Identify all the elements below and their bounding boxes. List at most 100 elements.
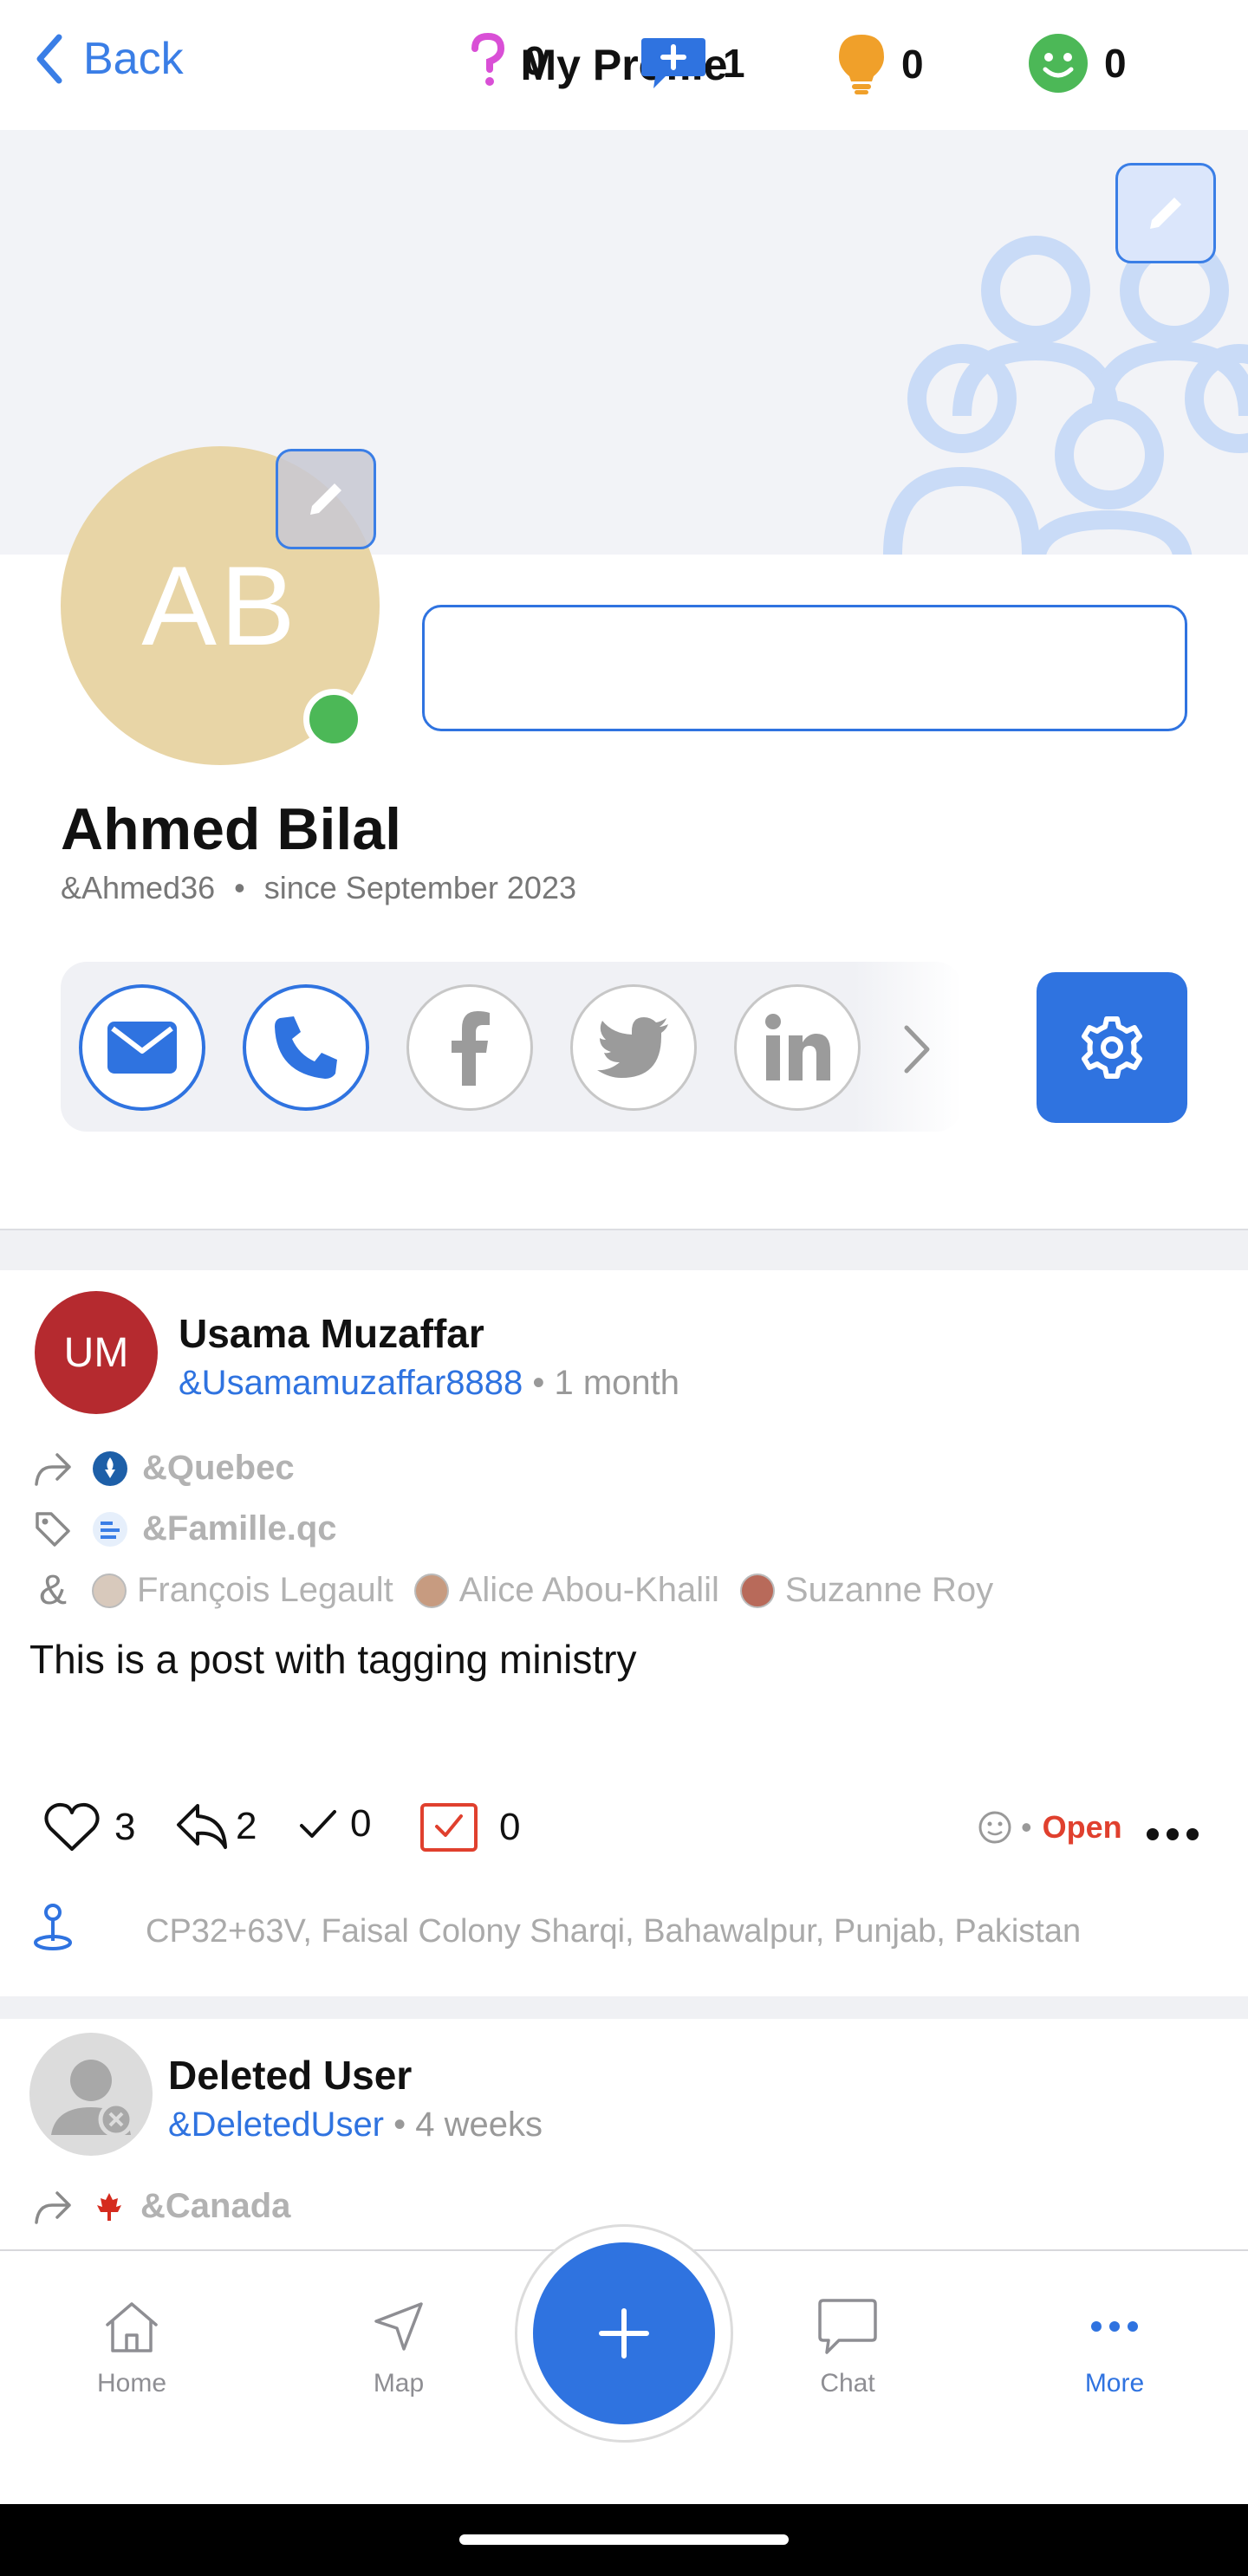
post-status[interactable]: • Open xyxy=(978,1809,1122,1846)
post-time: • 1 month xyxy=(532,1364,680,1402)
tab-home[interactable]: Home xyxy=(45,2296,218,2398)
post-meta: &DeletedUser • 4 weeks xyxy=(168,2106,543,2145)
post-divider xyxy=(0,1996,1248,2019)
profile-handle-line: &Ahmed36 • since September 2023 xyxy=(61,870,576,906)
navigation-arrow-icon xyxy=(374,2302,423,2351)
email-icon xyxy=(107,1022,177,1074)
stat-ideas[interactable]: 0 xyxy=(837,33,924,95)
home-icon xyxy=(106,2302,158,2352)
tab-more[interactable]: More xyxy=(1028,2296,1201,2398)
emoji-neutral-icon xyxy=(978,1811,1011,1844)
pencil-icon xyxy=(310,483,341,515)
mentioned-person[interactable]: Suzanne Roy xyxy=(739,1571,994,1610)
edit-avatar-button[interactable] xyxy=(276,449,376,549)
share-icon xyxy=(35,1452,71,1486)
share-tag-row[interactable]: &Quebec xyxy=(31,1449,295,1488)
plus-icon xyxy=(599,2308,649,2359)
mentioned-person[interactable]: François Legault xyxy=(92,1571,393,1610)
online-status-dot xyxy=(303,689,364,749)
stat-count: 1 xyxy=(723,41,745,86)
mentioned-person-name: François Legault xyxy=(137,1571,393,1609)
share-tag: &Quebec xyxy=(142,1449,295,1487)
reply-button[interactable]: 2 xyxy=(175,1802,257,1851)
heart-icon xyxy=(44,1802,100,1851)
lightbulb-icon xyxy=(839,35,884,94)
tab-label: Home xyxy=(96,2369,167,2398)
famille-logo-icon xyxy=(93,1511,127,1547)
phone-button[interactable] xyxy=(243,984,369,1111)
ampersand-icon: & xyxy=(38,1567,67,1613)
post-body: This is a post with tagging ministry xyxy=(29,1637,637,1682)
check-button[interactable]: 0 xyxy=(298,1802,371,1846)
post-author-name[interactable]: Usama Muzaffar xyxy=(179,1310,484,1357)
profile-handle: &Ahmed36 xyxy=(61,870,216,905)
linkedin-button[interactable] xyxy=(734,984,861,1111)
person-avatar xyxy=(92,1573,127,1608)
status-label: Open xyxy=(1042,1809,1122,1845)
user-placeholder-icon xyxy=(51,2060,134,2138)
linkedin-icon xyxy=(765,1014,830,1080)
twitter-button[interactable] xyxy=(570,984,697,1111)
settings-button[interactable] xyxy=(1037,972,1187,1123)
post-author-name[interactable]: Deleted User xyxy=(168,2052,412,2099)
mentioned-person-name: Alice Abou-Khalil xyxy=(458,1571,719,1609)
like-button[interactable]: 3 xyxy=(43,1802,135,1853)
profile-name: Ahmed Bilal xyxy=(61,796,401,862)
category-tag: &Famille.qc xyxy=(142,1509,337,1548)
tab-chat[interactable]: Chat xyxy=(761,2296,934,2398)
more-options-button[interactable] xyxy=(1146,1811,1199,1841)
task-count: 0 xyxy=(499,1806,521,1848)
post-author-handle[interactable]: &Usamamuzaffar8888 xyxy=(179,1364,523,1402)
mentioned-person[interactable]: Alice Abou-Khalil xyxy=(413,1571,719,1610)
share-tag: &Canada xyxy=(140,2187,291,2225)
stat-count: 0 xyxy=(901,42,924,87)
post-author-handle[interactable]: &DeletedUser xyxy=(168,2106,384,2144)
person-avatar xyxy=(413,1573,449,1608)
tab-label: Chat xyxy=(820,2369,875,2398)
post-author-avatar[interactable]: UM xyxy=(35,1291,158,1414)
chevron-right-icon[interactable] xyxy=(901,1022,933,1076)
ellipsis-icon xyxy=(1147,1828,1199,1840)
task-button[interactable]: 0 xyxy=(419,1802,520,1853)
add-post-button[interactable] xyxy=(533,2242,715,2424)
home-indicator[interactable] xyxy=(459,2534,789,2545)
separator-dot: • xyxy=(234,870,245,905)
stat-comments[interactable]: 1 xyxy=(640,33,745,94)
profile-since: since September 2023 xyxy=(263,870,576,905)
email-button[interactable] xyxy=(79,984,205,1111)
twitter-icon xyxy=(597,1017,668,1078)
edit-banner-button[interactable] xyxy=(1115,163,1216,263)
stat-questions[interactable]: 0 xyxy=(468,33,546,88)
question-icon xyxy=(471,33,505,86)
facebook-button[interactable] xyxy=(406,984,533,1111)
ellipsis-icon xyxy=(1091,2321,1138,2332)
quebec-flag-icon xyxy=(93,1450,127,1486)
check-icon xyxy=(300,1810,336,1838)
facebook-icon xyxy=(452,1011,490,1086)
stat-count: 0 xyxy=(523,38,546,83)
person-avatar xyxy=(739,1573,775,1608)
tab-label: Map xyxy=(373,2369,425,2398)
like-count: 3 xyxy=(114,1806,136,1848)
smiley-icon xyxy=(1029,34,1088,93)
share-tag-row[interactable]: &Canada xyxy=(31,2187,290,2226)
deleted-user-avatar[interactable] xyxy=(29,2033,153,2156)
mentioned-person-name: Suzanne Roy xyxy=(784,1571,994,1609)
check-count: 0 xyxy=(350,1802,372,1845)
chat-bubble-icon xyxy=(818,2299,877,2354)
stats-bar xyxy=(422,605,1187,731)
stat-count: 0 xyxy=(1104,41,1127,86)
location-row[interactable]: CP32+63V, Faisal Colony Sharqi, Bahawalp… xyxy=(31,1903,1081,1960)
category-tag-row[interactable]: &Famille.qc xyxy=(31,1509,337,1548)
profile-screen: Back My Profile AB 0 1 0 0 Ahmed Bilal &… xyxy=(0,0,1248,2576)
mentioned-people-row: & François Legault Alice Abou-Khalil Suz… xyxy=(31,1567,1014,1614)
home-indicator-bar xyxy=(0,2504,1248,2576)
section-divider xyxy=(0,1229,1248,1270)
stat-reactions[interactable]: 0 xyxy=(1028,33,1127,94)
location-text: CP32+63V, Faisal Colony Sharqi, Bahawalp… xyxy=(146,1912,1082,1950)
post-meta: &Usamamuzaffar8888 • 1 month xyxy=(179,1364,679,1403)
gear-icon xyxy=(1082,1016,1142,1079)
post-time: • 4 weeks xyxy=(393,2106,543,2144)
tab-map[interactable]: Map xyxy=(312,2296,485,2398)
phone-icon xyxy=(275,1016,337,1079)
